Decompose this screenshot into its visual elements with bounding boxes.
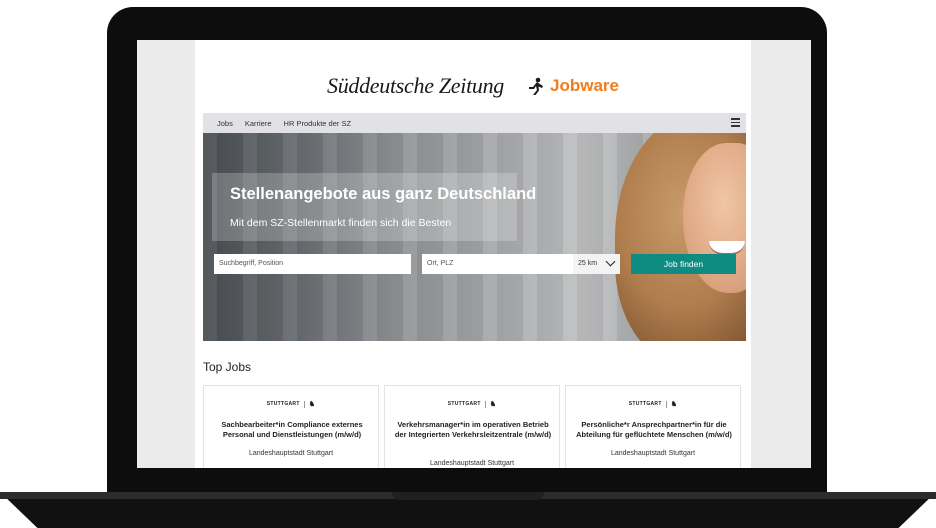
jobware-wordmark: Jobware xyxy=(550,76,619,95)
stuttgart-horse-icon: ♞ xyxy=(670,401,678,408)
job-card[interactable]: STUTTGART ♞ Verkehrsmanager*in im operat… xyxy=(384,385,560,468)
search-location-input[interactable]: Ort, PLZ xyxy=(422,254,573,274)
hero-subtitle: Mit dem SZ-Stellenmarkt finden sich die … xyxy=(230,217,452,229)
hero-banner: Stellenangebote aus ganz Deutschland Mit… xyxy=(203,133,746,341)
employer-logo-text: STUTTGART xyxy=(447,401,481,407)
top-jobs-heading: Top Jobs xyxy=(203,360,252,374)
laptop-screen: Süddeutsche Zeitung Jobware Jobs Karrier… xyxy=(137,40,811,468)
job-search-button[interactable]: Job finden xyxy=(631,254,736,274)
web-page: Süddeutsche Zeitung Jobware Jobs Karrier… xyxy=(195,40,751,468)
logo-divider xyxy=(303,400,305,408)
laptop-notch xyxy=(392,492,544,500)
jobware-runner-icon xyxy=(529,77,543,95)
job-employer: Landeshauptstadt Stuttgart xyxy=(610,450,696,457)
hero-text-overlay xyxy=(212,173,517,241)
employer-logo: STUTTGART ♞ xyxy=(385,400,559,408)
hamburger-icon[interactable] xyxy=(731,118,740,127)
logo-divider xyxy=(665,400,667,408)
logo-divider xyxy=(484,400,486,408)
sz-logo[interactable]: Süddeutsche Zeitung xyxy=(327,73,504,99)
employer-logo: STUTTGART ♞ xyxy=(204,400,378,408)
job-employer: Landeshauptstadt Stuttgart xyxy=(248,450,334,457)
job-title: Verkehrsmanager*in im operativen Betrieb… xyxy=(394,420,552,439)
brand-header: Süddeutsche Zeitung Jobware xyxy=(195,66,751,106)
nav-item-jobs[interactable]: Jobs xyxy=(217,119,233,128)
job-title: Persönliche*r Ansprechpartner*in für die… xyxy=(576,420,732,439)
nav-item-karriere[interactable]: Karriere xyxy=(245,119,272,128)
search-keyword-input[interactable]: Suchbegriff, Position xyxy=(214,254,411,274)
job-card[interactable]: STUTTGART ♞ Sachbearbeiter*in Compliance… xyxy=(203,385,379,468)
employer-logo-text: STUTTGART xyxy=(628,401,662,407)
radius-value: 25 km xyxy=(578,260,598,267)
stuttgart-horse-icon: ♞ xyxy=(489,401,497,408)
job-title: Sachbearbeiter*in Compliance externes Pe… xyxy=(221,420,363,439)
employer-logo-text: STUTTGART xyxy=(266,401,300,407)
stuttgart-horse-icon: ♞ xyxy=(308,401,316,408)
hero-title: Stellenangebote aus ganz Deutschland xyxy=(230,185,537,203)
nav-item-hr-produkte[interactable]: HR Produkte der SZ xyxy=(284,119,352,128)
radius-select[interactable]: 25 km xyxy=(573,254,620,274)
job-employer: Landeshauptstadt Stuttgart xyxy=(429,460,515,467)
jobware-logo[interactable]: Jobware xyxy=(526,76,619,96)
main-nav: Jobs Karriere HR Produkte der SZ xyxy=(203,113,746,133)
chevron-down-icon xyxy=(605,256,616,267)
job-card[interactable]: STUTTGART ♞ Persönliche*r Ansprechpartne… xyxy=(565,385,741,468)
employer-logo: STUTTGART ♞ xyxy=(566,400,740,408)
